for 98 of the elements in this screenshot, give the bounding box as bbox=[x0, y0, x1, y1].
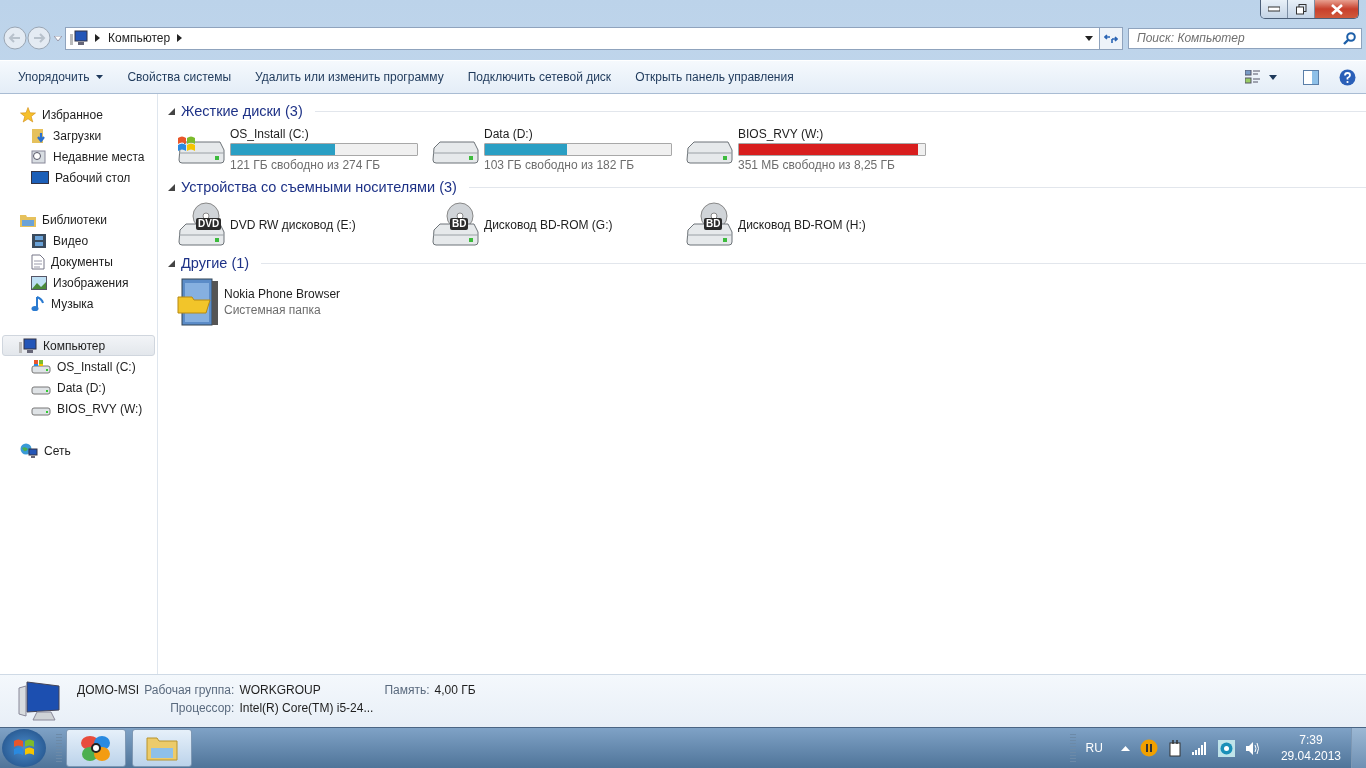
caret-icon[interactable] bbox=[1269, 74, 1277, 80]
sidebar-item[interactable]: Data (D:) bbox=[0, 377, 157, 398]
petals-app-icon bbox=[80, 733, 112, 763]
field-label: Память: bbox=[384, 683, 430, 697]
collapse-arrow-icon[interactable] bbox=[168, 107, 175, 115]
sidebar-item[interactable]: BIOS_RVY (W:) bbox=[0, 398, 157, 419]
folder-name[interactable]: Nokia Phone Browser bbox=[224, 287, 341, 301]
field-label: Рабочая группа: bbox=[144, 683, 235, 697]
disc-type-label: BD bbox=[704, 218, 723, 230]
signal-bars-icon[interactable] bbox=[1191, 741, 1208, 755]
power-plug-icon[interactable] bbox=[1167, 739, 1182, 757]
field-label: Процессор: bbox=[169, 701, 235, 715]
computer-icon bbox=[17, 680, 63, 722]
folder-icon bbox=[145, 734, 179, 762]
music-note-icon bbox=[31, 295, 45, 312]
clock-folder-icon bbox=[31, 148, 47, 165]
restore-icon bbox=[1295, 3, 1307, 15]
computer-icon bbox=[70, 30, 88, 46]
breadcrumb-item[interactable]: Компьютер bbox=[108, 31, 171, 45]
sidebar-item[interactable]: Документы bbox=[0, 251, 157, 272]
film-icon bbox=[31, 232, 47, 249]
collapse-arrow-icon[interactable] bbox=[168, 183, 175, 191]
image-icon bbox=[31, 275, 47, 290]
chevron-icon[interactable] bbox=[95, 34, 101, 42]
chevron-icon[interactable] bbox=[177, 34, 184, 42]
field-value: Intel(R) Core(TM) i5-24... bbox=[239, 701, 375, 715]
sidebar-item[interactable]: Изображения bbox=[0, 272, 157, 293]
close-button[interactable] bbox=[1315, 0, 1358, 18]
help-icon[interactable] bbox=[1339, 68, 1356, 86]
toolbar-button[interactable]: Открыть панель управления bbox=[623, 66, 806, 88]
address-bar[interactable]: Компьютер bbox=[65, 26, 1100, 50]
refresh-button[interactable] bbox=[1100, 26, 1123, 50]
sidebar-item[interactable]: Сеть bbox=[0, 440, 157, 461]
clock[interactable]: 7:39 29.04.2013 bbox=[1280, 732, 1341, 764]
pause-icon[interactable] bbox=[1139, 739, 1158, 757]
field-value: 4,00 ГБ bbox=[434, 683, 476, 697]
disc-type-label: DVD bbox=[196, 218, 222, 230]
computer-name: ДОМО-MSI bbox=[77, 683, 140, 697]
sidebar-item[interactable]: Избранное bbox=[0, 104, 157, 125]
sidebar-item[interactable]: Рабочий стол bbox=[0, 167, 157, 188]
windows-logo-icon bbox=[13, 738, 35, 758]
sidebar-item[interactable]: Библиотеки bbox=[0, 209, 157, 230]
search-icon[interactable] bbox=[1343, 31, 1356, 45]
computer-icon bbox=[19, 337, 37, 354]
show-hidden-icons-icon[interactable] bbox=[1120, 745, 1130, 751]
collapse-arrow-icon[interactable] bbox=[168, 259, 175, 267]
history-caret-icon[interactable] bbox=[54, 35, 62, 41]
search-field[interactable]: Поиск: Компьютер bbox=[1128, 27, 1362, 49]
group-heading[interactable]: Устройства со съемными носителями (3) bbox=[181, 179, 457, 195]
eye-circle-icon[interactable] bbox=[1217, 739, 1235, 757]
toolbar-button[interactable]: Упорядочить bbox=[6, 66, 116, 88]
minimize-button[interactable] bbox=[1261, 0, 1288, 18]
clock-time: 7:39 bbox=[1299, 732, 1323, 748]
disc-type-label: BD bbox=[450, 218, 469, 230]
sidebar-item[interactable]: Музыка bbox=[0, 293, 157, 314]
drive-icon bbox=[31, 359, 51, 374]
document-icon bbox=[31, 253, 45, 270]
toolbar-button[interactable]: Подключить сетевой диск bbox=[455, 66, 624, 88]
taskbar-app-button[interactable] bbox=[66, 729, 126, 767]
minimize-icon bbox=[1268, 6, 1280, 12]
preview-pane-icon[interactable] bbox=[1303, 69, 1319, 85]
optical-drive-icon bbox=[430, 202, 480, 248]
group-heading[interactable]: Другие (1) bbox=[181, 255, 250, 271]
restore-button[interactable] bbox=[1288, 0, 1315, 18]
toolbar-button[interactable]: Удалить или изменить программу bbox=[243, 66, 456, 88]
free-space-text: 121 ГБ свободно из 274 ГБ bbox=[230, 157, 382, 172]
explorer-taskbar-button[interactable] bbox=[132, 729, 192, 767]
dropdown-caret-icon[interactable] bbox=[1085, 35, 1093, 41]
sidebar-item[interactable]: Недавние места bbox=[0, 146, 157, 167]
sidebar-item[interactable]: OS_Install (C:) bbox=[0, 356, 157, 377]
toolbar-button[interactable]: Свойства системы bbox=[115, 66, 244, 88]
optical-drive-icon bbox=[684, 202, 734, 248]
close-icon bbox=[1329, 3, 1344, 15]
free-space-text: 103 ГБ свободно из 182 ГБ bbox=[484, 157, 636, 172]
field-value: WORKGROUP bbox=[239, 683, 322, 697]
speaker-icon[interactable] bbox=[1244, 740, 1261, 756]
sidebar-item[interactable]: Видео bbox=[0, 230, 157, 251]
sidebar-item[interactable]: Загрузки bbox=[0, 125, 157, 146]
drive-name[interactable]: Дисковод BD-ROM (G:) bbox=[484, 218, 613, 232]
drive-name[interactable]: DVD RW дисковод (E:) bbox=[230, 218, 356, 232]
file-cabinet-icon bbox=[176, 277, 220, 327]
refresh-icon bbox=[1104, 32, 1118, 44]
drive-name[interactable]: BIOS_RVY (W:) bbox=[738, 126, 926, 141]
desktop-icon bbox=[31, 170, 49, 185]
folder-icon bbox=[31, 127, 47, 144]
view-options-icon[interactable] bbox=[1245, 70, 1261, 84]
drive-name[interactable]: Data (D:) bbox=[484, 126, 672, 141]
drive-name[interactable]: OS_Install (C:) bbox=[230, 126, 418, 141]
caret-icon bbox=[96, 75, 104, 79]
folder-type-text: Системная папка bbox=[224, 303, 322, 317]
clock-date: 29.04.2013 bbox=[1280, 748, 1341, 764]
free-space-text: 351 МБ свободно из 8,25 ГБ bbox=[738, 157, 896, 172]
group-heading[interactable]: Жесткие диски (3) bbox=[181, 103, 303, 119]
drive-name[interactable]: Дисковод BD-ROM (H:) bbox=[738, 218, 866, 232]
sidebar-item[interactable]: Компьютер bbox=[2, 335, 155, 356]
star-icon bbox=[20, 106, 36, 123]
start-button[interactable] bbox=[2, 729, 46, 767]
network-icon bbox=[20, 442, 38, 459]
